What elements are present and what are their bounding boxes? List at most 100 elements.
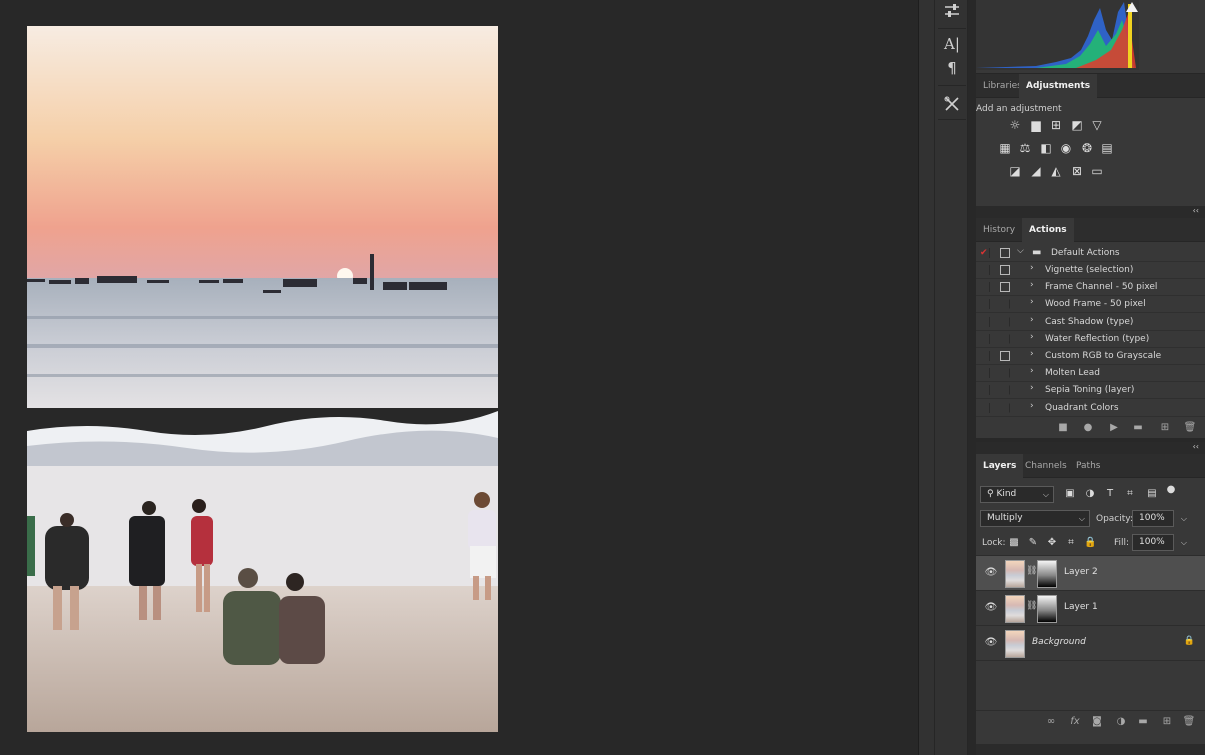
chain-link-icon[interactable]: ⛓	[1026, 566, 1037, 576]
lock-pixels-icon[interactable]: ✎	[1027, 537, 1039, 549]
layer-thumbnail[interactable]	[1005, 560, 1025, 588]
visibility-eye-icon[interactable]: 👁	[984, 602, 998, 614]
filter-toggle-icon[interactable]: ●	[1165, 484, 1177, 496]
dialog-toggle-icon[interactable]	[1000, 316, 1010, 327]
filter-kind-select[interactable]: ⚲ Kind ⌵	[980, 486, 1054, 503]
chevron-right-icon[interactable]: ›	[1030, 297, 1034, 307]
document-image[interactable]	[27, 26, 498, 732]
chain-link-icon[interactable]: ⛓	[1026, 601, 1037, 611]
lock-transparency-icon[interactable]: ▩	[1008, 537, 1020, 549]
fill-input[interactable]: 100% ⌵	[1132, 534, 1187, 551]
character-icon[interactable]: A|	[941, 33, 963, 55]
gradient-map-icon[interactable]: ▭	[1090, 164, 1104, 178]
smart-object-filter-icon[interactable]: ▤	[1146, 488, 1158, 500]
visibility-eye-icon[interactable]: 👁	[984, 567, 998, 579]
blend-mode-select[interactable]: Multiply ⌵	[980, 510, 1090, 527]
action-item[interactable]: › Wood Frame - 50 pixel	[976, 296, 1205, 314]
dialog-toggle-icon[interactable]	[1000, 265, 1010, 275]
dialog-toggle-icon[interactable]	[1000, 248, 1010, 258]
lock-position-icon[interactable]: ✥	[1046, 537, 1058, 549]
play-icon[interactable]: ▶	[1107, 421, 1121, 435]
tab-actions[interactable]: Actions	[1022, 218, 1074, 242]
checkmark-slot[interactable]	[980, 368, 990, 379]
link-layers-icon[interactable]: ∞	[1044, 715, 1058, 729]
chevron-right-icon[interactable]: ›	[1030, 349, 1034, 359]
paragraph-icon[interactable]: ¶	[941, 57, 963, 79]
action-item[interactable]: › Quadrant Colors	[976, 400, 1205, 417]
adjustment-filter-icon[interactable]: ◑	[1084, 488, 1096, 500]
dialog-toggle-icon[interactable]	[1000, 368, 1010, 379]
new-adjustment-layer-icon[interactable]: ◑	[1114, 715, 1128, 729]
threshold-icon[interactable]: ◭	[1049, 164, 1063, 178]
chevron-right-icon[interactable]: ›	[1030, 366, 1034, 376]
brightness-icon[interactable]: ☼	[1008, 118, 1022, 132]
levels-icon[interactable]: ▆	[1029, 118, 1043, 132]
chevron-right-icon[interactable]: ›	[1030, 280, 1034, 290]
shape-filter-icon[interactable]: ⌗	[1124, 488, 1136, 500]
color-balance-icon[interactable]: ⚖	[1018, 141, 1032, 155]
chevron-right-icon[interactable]: ›	[1030, 383, 1034, 393]
layer-name[interactable]: Layer 1	[1064, 602, 1098, 612]
chevron-right-icon[interactable]: ›	[1030, 315, 1034, 325]
tools-icon[interactable]	[941, 93, 963, 115]
type-filter-icon[interactable]: T	[1104, 488, 1116, 500]
layer-thumbnail[interactable]	[1005, 595, 1025, 623]
layer-mask-thumbnail[interactable]	[1037, 595, 1057, 623]
checkmark-slot[interactable]	[980, 265, 990, 275]
black-white-icon[interactable]: ◧	[1039, 141, 1053, 155]
delete-icon[interactable]: 🗑	[1183, 421, 1197, 435]
layer-thumbnail[interactable]	[1005, 630, 1025, 658]
delete-layer-icon[interactable]: 🗑	[1182, 715, 1196, 729]
tab-paths[interactable]: Paths	[1069, 454, 1107, 478]
tab-history[interactable]: History	[976, 218, 1022, 242]
dialog-toggle-icon[interactable]	[1000, 333, 1010, 344]
pixel-filter-icon[interactable]: ▣	[1064, 488, 1076, 500]
tab-channels[interactable]: Channels	[1018, 454, 1074, 478]
new-action-icon[interactable]: ⊞	[1158, 421, 1172, 435]
lock-artboard-icon[interactable]: ⌗	[1065, 537, 1077, 549]
checkmark-slot[interactable]	[980, 316, 990, 327]
selective-color-icon[interactable]: ⊠	[1070, 164, 1084, 178]
action-item[interactable]: › Water Reflection (type)	[976, 331, 1205, 348]
record-icon[interactable]: ●	[1081, 421, 1095, 435]
dialog-toggle-icon[interactable]	[1000, 351, 1010, 361]
channel-mixer-icon[interactable]: ❂	[1080, 141, 1094, 155]
layer-mask-thumbnail[interactable]	[1037, 560, 1057, 588]
posterize-icon[interactable]: ◢	[1029, 164, 1043, 178]
hue-saturation-icon[interactable]: ▦	[998, 141, 1012, 155]
checkmark-slot[interactable]	[980, 385, 990, 396]
checkmark-icon[interactable]: ✔	[980, 248, 990, 258]
sliders-icon[interactable]	[941, 0, 963, 22]
checkmark-slot[interactable]	[980, 282, 990, 293]
collapse-icon[interactable]: ‹‹	[1193, 442, 1199, 451]
chevron-right-icon[interactable]: ›	[1030, 263, 1034, 273]
dialog-toggle-icon[interactable]	[1000, 385, 1010, 396]
chevron-down-icon[interactable]: ⌵	[1181, 511, 1187, 526]
layer-row[interactable]: 👁 ⛓ Layer 1	[976, 591, 1205, 626]
invert-icon[interactable]: ◪	[1008, 164, 1022, 178]
dialog-toggle-icon[interactable]	[1000, 402, 1010, 413]
checkmark-slot[interactable]	[980, 351, 990, 361]
new-layer-icon[interactable]: ⊞	[1160, 715, 1174, 729]
dialog-toggle-icon[interactable]	[1000, 299, 1010, 310]
curves-icon[interactable]: ⊞	[1049, 118, 1063, 132]
checkmark-slot[interactable]	[980, 299, 990, 310]
layer-row[interactable]: 👁 ⛓ Layer 2	[976, 556, 1205, 591]
chevron-down-icon[interactable]: ⌵	[1017, 246, 1024, 256]
chevron-right-icon[interactable]: ›	[1030, 332, 1034, 342]
add-mask-icon[interactable]: ◙	[1090, 715, 1104, 729]
action-item[interactable]: › Cast Shadow (type)	[976, 314, 1205, 331]
tab-layers[interactable]: Layers	[976, 454, 1024, 478]
opacity-input[interactable]: 100% ⌵	[1132, 510, 1187, 527]
vibrance-icon[interactable]: ▽	[1090, 118, 1104, 132]
tab-adjustments[interactable]: Adjustments	[1019, 74, 1098, 98]
fx-icon[interactable]: fx	[1068, 715, 1082, 729]
collapse-icon[interactable]: ‹‹	[1193, 206, 1199, 215]
new-group-icon[interactable]: ▬	[1136, 715, 1150, 729]
visibility-eye-icon[interactable]: 👁	[984, 637, 998, 649]
chevron-right-icon[interactable]: ›	[1030, 401, 1034, 411]
action-item[interactable]: › Custom RGB to Grayscale	[976, 348, 1205, 365]
checkmark-slot[interactable]	[980, 402, 990, 413]
action-item[interactable]: › Vignette (selection)	[976, 262, 1205, 279]
stop-icon[interactable]: ■	[1056, 421, 1070, 435]
